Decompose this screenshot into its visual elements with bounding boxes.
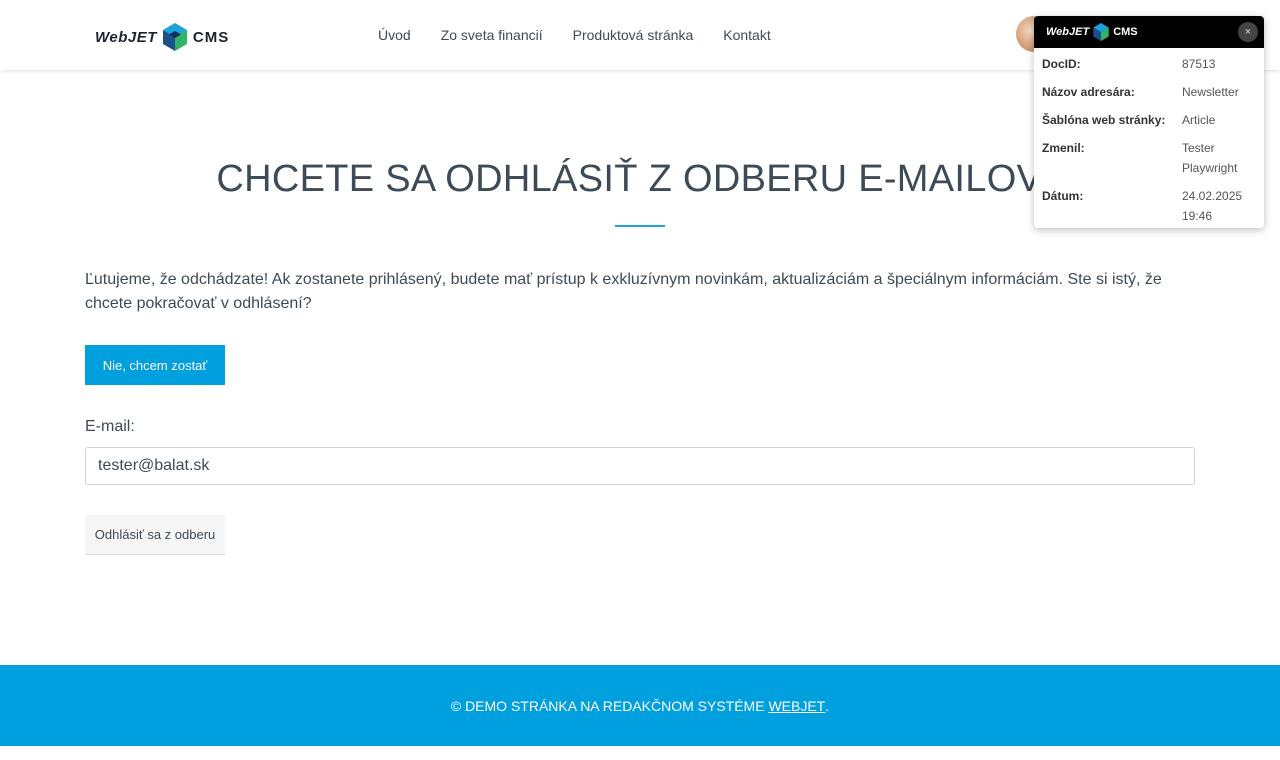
panel-value: 87513 (1182, 57, 1216, 71)
close-icon[interactable]: × (1238, 22, 1258, 42)
panel-key: DocID: (1042, 57, 1081, 71)
panel-row-directory: Názov adresára: Newsletter (1042, 82, 1256, 102)
site-logo[interactable]: WebJET CMS (95, 23, 229, 51)
panel-rows: DocID: 87513 Názov adresára: Newsletter … (1034, 48, 1264, 226)
title-divider (615, 225, 665, 227)
footer-text: © DEMO STRÁNKA NA REDAKČNOM SYSTÉME (450, 697, 765, 714)
panel-logo-webjet: WebJET (1046, 26, 1090, 38)
panel-row-date: Dátum: 24.02.2025 19:46 (1042, 186, 1256, 226)
panel-key: Šablóna web stránky: (1042, 113, 1166, 127)
nav-item-uvod[interactable]: Úvod (363, 27, 426, 43)
site-footer: © DEMO STRÁNKA NA REDAKČNOM SYSTÉME WEBJ… (0, 665, 1280, 746)
unsubscribe-button[interactable]: Odhlásiť sa z odberu (85, 515, 225, 555)
panel-key: Dátum: (1042, 189, 1084, 203)
panel-key: Názov adresára: (1042, 85, 1135, 99)
email-label: E-mail: (85, 418, 135, 435)
page-info-panel: WebJET CMS × DocID: 87513 Názov adresára… (1034, 16, 1264, 228)
nav-item-produkt[interactable]: Produktová stránka (558, 27, 709, 43)
webjet-cube-icon (1093, 23, 1109, 41)
nav-item-kontakt[interactable]: Kontakt (708, 27, 785, 43)
panel-row-docid: DocID: 87513 (1042, 54, 1256, 74)
panel-value: 24.02.2025 19:46 (1182, 189, 1243, 223)
main-nav: Úvod Zo sveta financií Produktová stránk… (363, 0, 786, 70)
panel-key: Zmenil: (1042, 141, 1085, 155)
webjet-cube-icon (162, 23, 187, 51)
panel-header: WebJET CMS × (1034, 16, 1264, 48)
panel-row-changed-by: Zmenil: Tester Playwright (1042, 138, 1256, 178)
panel-row-template: Šablóna web stránky: Article (1042, 110, 1256, 130)
nav-item-financie[interactable]: Zo sveta financií (426, 27, 558, 43)
logo-text-cms: CMS (192, 28, 230, 46)
intro-text: Ľutujeme, že odchádzate! Ak zostanete pr… (85, 271, 1162, 312)
email-input[interactable] (85, 447, 1195, 485)
footer-suffix: . (825, 697, 830, 714)
stay-subscribed-button[interactable]: Nie, chcem zostať (85, 345, 225, 385)
panel-value: Article (1182, 113, 1216, 127)
footer-webjet-link[interactable]: WEBJET (768, 698, 825, 714)
panel-logo-cms: CMS (1113, 26, 1138, 38)
panel-value: Tester Playwright (1182, 141, 1238, 175)
logo-text-webjet: WebJET (95, 28, 157, 46)
panel-value: Newsletter (1182, 85, 1239, 99)
